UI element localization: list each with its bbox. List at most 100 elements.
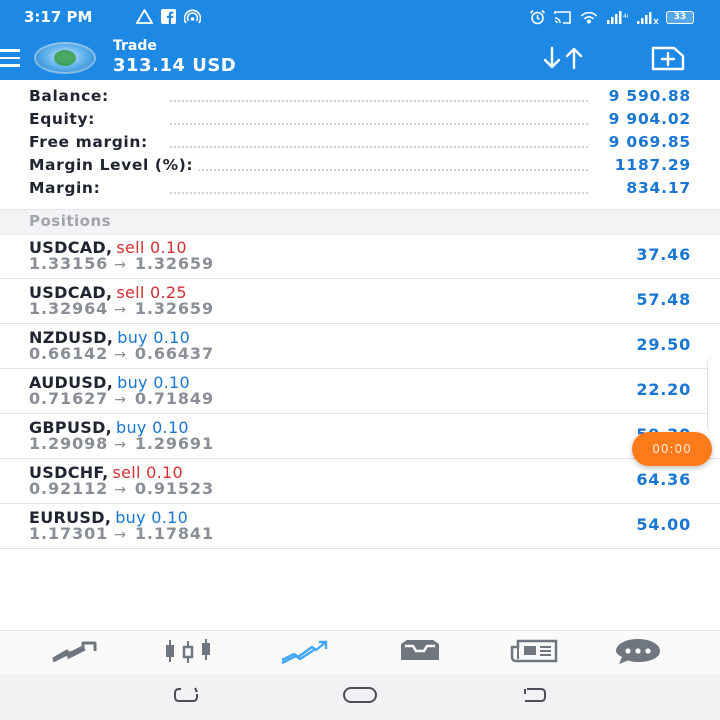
app-logo xyxy=(34,42,96,74)
margin-level-value: 1187.29 xyxy=(608,156,691,174)
home-icon xyxy=(342,685,378,709)
nav-quotes[interactable] xyxy=(46,637,102,669)
alarm-icon xyxy=(529,9,546,25)
current-price: 1.32659 xyxy=(134,299,215,318)
home-button[interactable] xyxy=(340,684,380,710)
current-price: 1.29691 xyxy=(134,434,215,453)
margin-level-label: Margin Level (%): xyxy=(29,156,200,174)
system-nav xyxy=(0,674,720,720)
position-row[interactable]: USDCAD, sell 0.10 1.33156 → 1.32659 37.46 xyxy=(0,234,720,279)
equity-label: Equity: xyxy=(29,110,101,128)
quotes-icon xyxy=(49,639,99,667)
nav-trade[interactable] xyxy=(276,637,332,669)
wifi-icon xyxy=(579,10,599,25)
margin-row: Margin: 834.17 xyxy=(0,178,720,201)
screen-record-timer[interactable]: 00:00 xyxy=(632,432,712,466)
open-price: 1.29098 xyxy=(29,434,109,453)
hotspot-icon xyxy=(184,9,201,24)
bottom-nav xyxy=(0,630,720,675)
svg-text:4G: 4G xyxy=(623,13,628,20)
margin-value: 834.17 xyxy=(620,179,691,197)
position-profit: 37.46 xyxy=(636,245,691,264)
current-price: 1.32659 xyxy=(134,254,215,273)
current-price: 0.91523 xyxy=(134,479,215,498)
current-price: 1.17841 xyxy=(134,524,215,543)
facebook-icon xyxy=(161,9,176,24)
arrow-right-icon: → xyxy=(114,482,127,498)
position-profit: 64.36 xyxy=(636,470,691,489)
equity-row: Equity: 9 904.02 xyxy=(0,109,720,132)
arrow-right-icon: → xyxy=(114,527,127,543)
nav-chat[interactable] xyxy=(610,637,666,669)
recents-icon xyxy=(171,686,201,708)
edge-panel-handle[interactable] xyxy=(707,356,720,434)
status-left-icons xyxy=(136,9,201,24)
history-icon xyxy=(395,638,445,668)
free-margin-value: 9 069.85 xyxy=(602,133,691,151)
dotted-leader xyxy=(170,100,588,102)
news-icon xyxy=(508,638,560,668)
trade-icon xyxy=(278,638,330,668)
position-profit: 57.48 xyxy=(636,290,691,309)
equity-value: 9 904.02 xyxy=(602,110,691,128)
current-price: 0.66437 xyxy=(134,344,215,363)
balance-label: Balance: xyxy=(29,87,115,105)
status-right-icons: 4G 33 xyxy=(529,9,694,25)
account-summary: Balance: 9 590.88 Equity: 9 904.02 Free … xyxy=(0,86,720,201)
arrow-right-icon: → xyxy=(114,347,127,363)
position-row[interactable]: USDCHF, sell 0.10 0.92112 → 0.91523 64.36 xyxy=(0,459,720,504)
free-margin-label: Free margin: xyxy=(29,133,154,151)
cast-icon xyxy=(553,10,572,25)
nav-history[interactable] xyxy=(392,637,448,669)
menu-icon[interactable] xyxy=(0,49,20,67)
sort-icon[interactable] xyxy=(540,45,588,71)
margin-level-row: Margin Level (%): 1187.29 xyxy=(0,155,720,178)
new-order-icon[interactable] xyxy=(650,44,686,72)
positions-header: Positions xyxy=(0,209,720,235)
signal-icon: 4G xyxy=(606,10,628,25)
chart-icon xyxy=(161,638,215,668)
open-price: 0.66142 xyxy=(29,344,109,363)
balance-value: 9 590.88 xyxy=(602,87,691,105)
open-price: 0.92112 xyxy=(29,479,109,498)
app-header: Trade 313.14 USD xyxy=(0,36,720,80)
open-price: 0.71627 xyxy=(29,389,109,408)
header-profit: 313.14 USD xyxy=(113,55,237,76)
position-profit: 22.20 xyxy=(636,380,691,399)
balance-row: Balance: 9 590.88 xyxy=(0,86,720,109)
position-row[interactable]: EURUSD, buy 0.10 1.17301 → 1.17841 54.00 xyxy=(0,504,720,549)
header-title: Trade xyxy=(113,38,157,54)
battery-icon: 33 xyxy=(666,10,694,24)
dotted-leader xyxy=(170,146,588,148)
dotted-leader xyxy=(170,123,588,125)
nav-news[interactable] xyxy=(506,637,562,669)
recents-button[interactable] xyxy=(166,684,206,710)
arrow-right-icon: → xyxy=(114,392,127,408)
position-row[interactable]: NZDUSD, buy 0.10 0.66142 → 0.66437 29.50 xyxy=(0,324,720,369)
open-price: 1.17301 xyxy=(29,524,109,543)
status-bar: 3:17 PM 4G 33 xyxy=(0,0,720,36)
dotted-leader xyxy=(170,169,588,171)
dotted-leader xyxy=(170,192,588,194)
arrow-right-icon: → xyxy=(114,257,127,273)
current-price: 0.71849 xyxy=(134,389,215,408)
open-price: 1.33156 xyxy=(29,254,109,273)
free-margin-row: Free margin: 9 069.85 xyxy=(0,132,720,155)
positions-list: USDCAD, sell 0.10 1.33156 → 1.32659 37.46 U… xyxy=(0,234,720,549)
nav-chart[interactable] xyxy=(160,637,216,669)
margin-label: Margin: xyxy=(29,179,107,197)
position-profit: 29.50 xyxy=(636,335,691,354)
position-row[interactable]: AUDUSD, buy 0.10 0.71627 → 0.71849 22.20 xyxy=(0,369,720,414)
arrow-right-icon: → xyxy=(114,302,127,318)
back-button[interactable] xyxy=(514,684,554,710)
arrow-right-icon: → xyxy=(114,437,127,453)
warning-icon xyxy=(136,9,153,24)
chat-icon xyxy=(612,637,664,669)
status-time: 3:17 PM xyxy=(24,8,93,26)
position-row[interactable]: USDCAD, sell 0.25 1.32964 → 1.32659 57.48 xyxy=(0,279,720,324)
back-icon xyxy=(519,686,549,708)
position-profit: 54.00 xyxy=(636,515,691,534)
positions-title: Positions xyxy=(29,212,112,230)
open-price: 1.32964 xyxy=(29,299,109,318)
position-row[interactable]: GBPUSD,buy 0.10 1.29098→1.29691 59.30 xyxy=(0,414,720,459)
